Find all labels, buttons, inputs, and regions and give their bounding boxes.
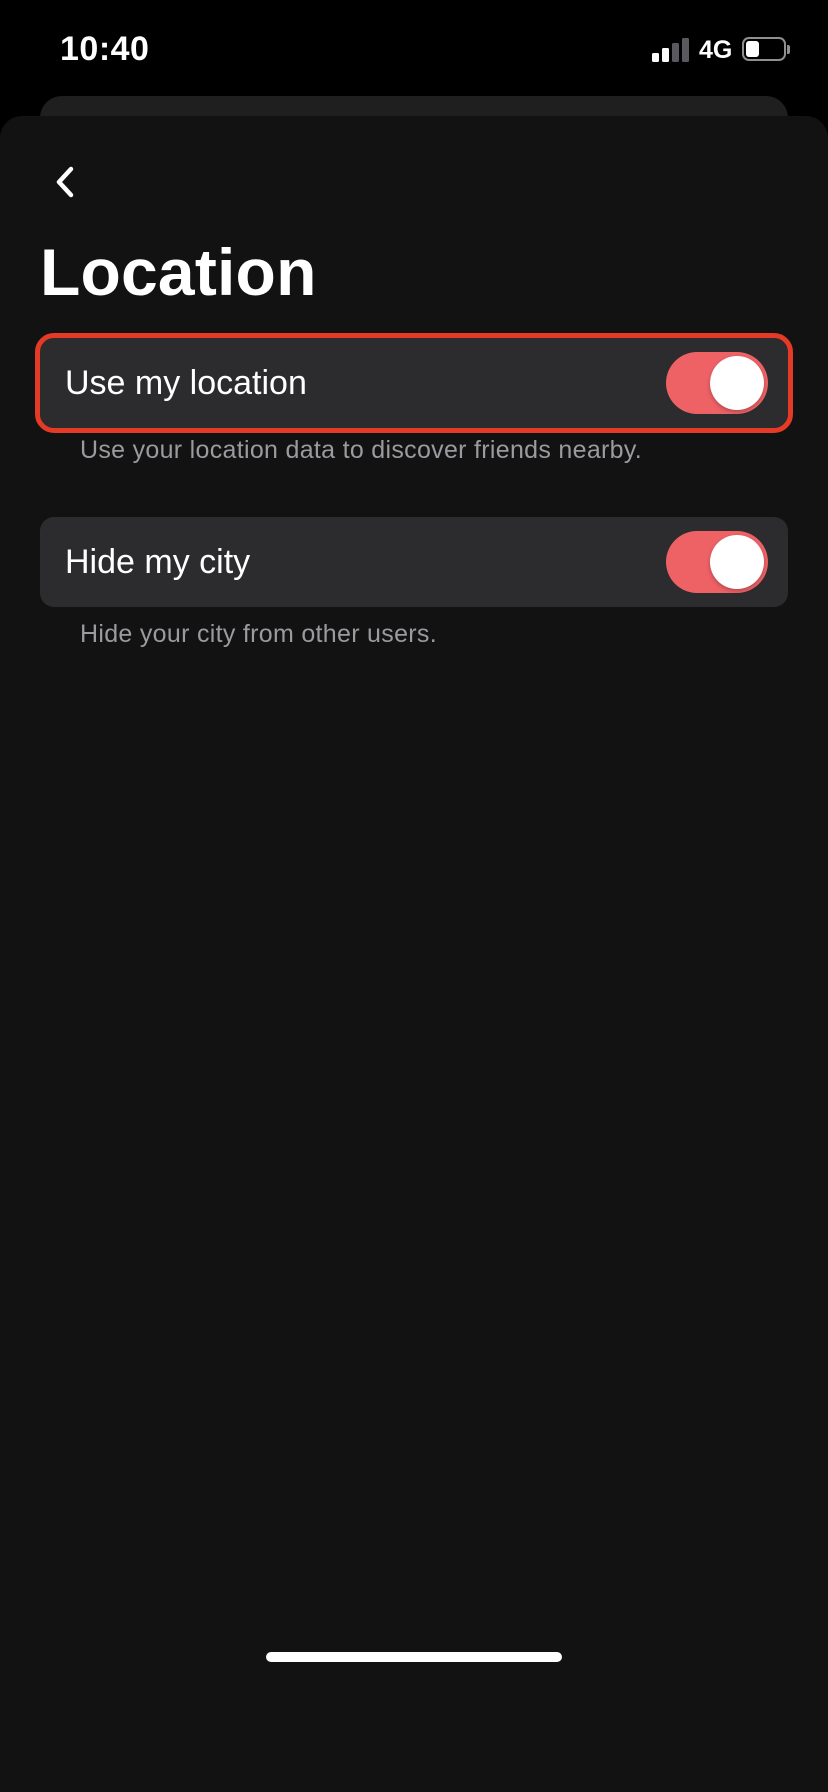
- status-bar: 10:40 4G: [0, 0, 828, 96]
- battery-fill: [746, 41, 759, 57]
- signal-bar: [652, 53, 659, 62]
- home-indicator[interactable]: [266, 1652, 562, 1662]
- setting-label: Use my location: [65, 364, 307, 402]
- cellular-signal-icon: [652, 38, 690, 62]
- setting-label: Hide my city: [65, 543, 251, 581]
- page-title: Location: [40, 235, 317, 309]
- signal-bar: [662, 48, 669, 62]
- battery-cap: [787, 45, 790, 54]
- location-settings-sheet: Location Use my location Use your locati…: [0, 116, 828, 1792]
- toggle-knob: [710, 356, 764, 410]
- status-time: 10:40: [60, 30, 150, 68]
- use-my-location-toggle[interactable]: [666, 352, 768, 414]
- signal-bar: [672, 43, 679, 62]
- hide-my-city-toggle[interactable]: [666, 531, 768, 593]
- toggle-knob: [710, 535, 764, 589]
- back-button[interactable]: [40, 152, 90, 212]
- use-my-location-row: Use my location: [35, 333, 793, 433]
- signal-bar: [682, 38, 689, 62]
- chevron-left-icon: [56, 166, 74, 198]
- setting-description: Use your location data to discover frien…: [80, 436, 643, 464]
- setting-description: Hide your city from other users.: [80, 620, 437, 648]
- hide-my-city-row: Hide my city: [40, 517, 788, 607]
- battery-icon: [742, 37, 790, 63]
- network-type: 4G: [699, 36, 733, 64]
